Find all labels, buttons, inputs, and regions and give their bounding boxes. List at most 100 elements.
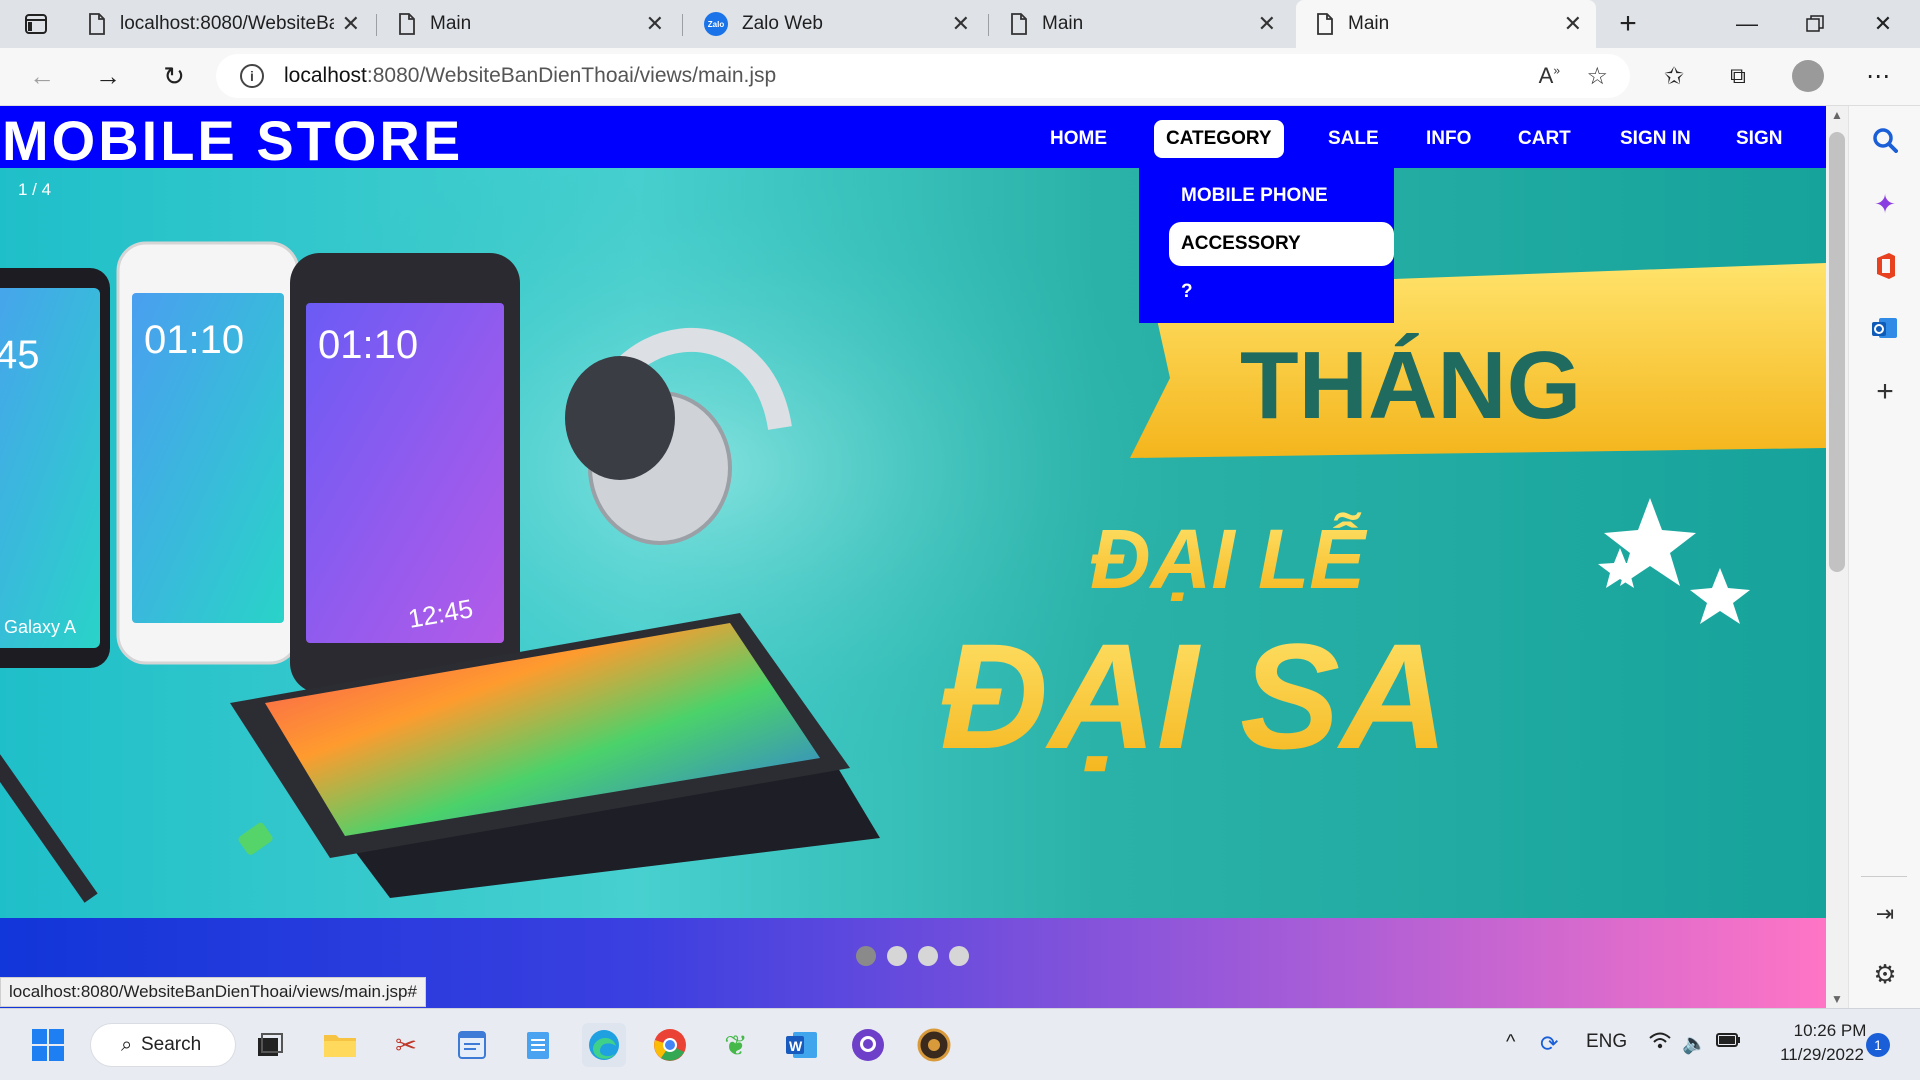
tab-divider (682, 14, 683, 36)
close-tab-icon[interactable]: ✕ (952, 11, 970, 37)
tab-label: Main (1348, 13, 1390, 34)
sync-icon[interactable]: ⟳ (1540, 1031, 1558, 1057)
nav-sale[interactable]: SALE (1316, 120, 1391, 158)
slide-dot[interactable] (887, 946, 907, 966)
browser-tab[interactable]: Main ✕ (990, 0, 1290, 48)
address-bar[interactable]: i localhost:8080/WebsiteBanDienThoai/vie… (216, 54, 1630, 98)
favorites-icon[interactable]: ✩ (1652, 54, 1696, 98)
page-icon (89, 13, 105, 35)
scrollbar-thumb[interactable] (1829, 132, 1845, 572)
star-shape (1690, 568, 1750, 624)
headline-thang: THÁNG (1240, 332, 1581, 439)
nav-info[interactable]: INFO (1414, 120, 1483, 158)
banner-artwork: THÁNG ĐẠI LỄ ĐẠI SA 45 Galaxy A 01:10 01… (0, 168, 1826, 903)
close-tab-icon[interactable]: ✕ (1564, 11, 1582, 37)
clock-time[interactable]: 10:26 PM (1782, 1021, 1878, 1041)
text-editor-app-icon[interactable] (450, 1023, 494, 1067)
restore-icon[interactable] (1790, 0, 1840, 48)
settings-more-icon[interactable]: ⋯ (1856, 54, 1900, 98)
refresh-icon[interactable]: ↻ (152, 54, 196, 98)
hero-banner-slide[interactable]: 1 / 4 THÁNG ĐẠI LỄ ĐẠI SA 45 Galaxy A 01… (0, 168, 1826, 918)
zalo-icon: Zalo (704, 12, 728, 36)
taskbar-search[interactable]: ⌕ Search (90, 1023, 236, 1067)
outlook-icon[interactable] (1867, 310, 1903, 346)
search-icon: ⌕ (121, 1033, 133, 1056)
nav-category[interactable]: CATEGORY (1154, 120, 1284, 158)
minimize-icon[interactable]: — (1722, 0, 1772, 48)
browser-tab-active[interactable]: Main ✕ (1296, 0, 1596, 48)
wifi-icon[interactable] (1648, 1031, 1672, 1057)
dropdown-item-accessory[interactable]: ACCESSORY (1169, 222, 1394, 266)
slide-dot[interactable] (856, 946, 876, 966)
phone-white-time: 01:10 (144, 318, 244, 362)
collections-icon[interactable]: ⧉ (1716, 54, 1760, 98)
profile-avatar[interactable] (1786, 54, 1830, 98)
chrome-icon[interactable] (648, 1023, 692, 1067)
nav-sign-up[interactable]: SIGN UP (1724, 120, 1826, 187)
copilot-sparkle-icon[interactable]: ✦ (1867, 186, 1903, 222)
url-host: localhost (284, 64, 367, 87)
headphone-cup-back (565, 356, 675, 480)
browser-tab[interactable]: localhost:8080/WebsiteBa ✕ (68, 0, 374, 48)
selfie-stick-tip (238, 822, 273, 855)
scroll-down-icon[interactable]: ▼ (1831, 992, 1843, 1006)
close-tab-icon[interactable]: ✕ (1258, 11, 1276, 37)
dropdown-item-other[interactable]: ? (1169, 270, 1205, 314)
tab-label: Main (1042, 13, 1084, 34)
new-tab-icon[interactable]: + (1606, 0, 1650, 48)
headline-dai-sale: ĐẠI SA (940, 612, 1448, 780)
close-tab-icon[interactable]: ✕ (342, 11, 360, 37)
nav-cart[interactable]: CART (1506, 120, 1583, 158)
slide-dot[interactable] (949, 946, 969, 966)
windows-start-icon[interactable] (26, 1023, 70, 1067)
tab-label: localhost:8080/WebsiteBa (120, 13, 334, 34)
dropdown-item-mobile-phone[interactable]: MOBILE PHONE (1169, 174, 1340, 218)
hide-sidebar-icon[interactable]: ⇥ (1867, 896, 1903, 932)
coccoc-icon[interactable]: ❦ (714, 1023, 758, 1067)
tab-label: Main (430, 13, 472, 34)
close-tab-icon[interactable]: ✕ (646, 11, 664, 37)
windows-taskbar: ⌕ Search ✂ ❦ W ^ ⟳ ENG 🔈 10:26 PM 11/29/… (0, 1008, 1920, 1080)
notepad-icon[interactable] (516, 1023, 560, 1067)
page-scrollbar[interactable]: ▲ ▼ (1826, 106, 1848, 1008)
game-app-icon[interactable] (912, 1023, 956, 1067)
forward-icon[interactable]: → (86, 54, 130, 98)
gear-icon[interactable]: ⚙ (1867, 956, 1903, 992)
tab-actions-icon[interactable] (18, 0, 54, 48)
browser-tab[interactable]: Zalo Zalo Web ✕ (684, 0, 984, 48)
close-window-icon[interactable]: ✕ (1858, 0, 1908, 48)
browser-tab[interactable]: Main ✕ (378, 0, 678, 48)
phone-brand-label: Galaxy A (4, 617, 76, 637)
slide-dot[interactable] (918, 946, 938, 966)
site-info-icon[interactable]: i (240, 64, 264, 88)
task-view-icon[interactable] (248, 1023, 292, 1067)
category-dropdown: MOBILE PHONE ACCESSORY ? (1139, 168, 1394, 323)
url-path: :8080/WebsiteBanDienThoai/views/main.jsp (366, 64, 777, 87)
tray-overflow-icon[interactable]: ^ (1506, 1031, 1515, 1054)
edge-sidebar: ✦ + ⇥ ⚙ (1848, 106, 1920, 1008)
nav-sign-in[interactable]: SIGN IN (1608, 120, 1703, 158)
edge-browser-icon[interactable] (582, 1023, 626, 1067)
taskbar-search-label: Search (141, 1034, 202, 1055)
nav-home[interactable]: HOME (1038, 120, 1119, 158)
add-sidebar-app-icon[interactable]: + (1867, 374, 1903, 410)
language-indicator[interactable]: ENG (1586, 1031, 1627, 1053)
volume-icon[interactable]: 🔈 (1682, 1031, 1707, 1056)
add-favorite-icon[interactable]: ☆ (1586, 62, 1608, 91)
battery-icon[interactable] (1716, 1031, 1742, 1055)
word-icon[interactable]: W (780, 1023, 824, 1067)
site-navbar: MOBILE STORE HOME CATEGORY SALE INFO CAR… (0, 106, 1826, 187)
phone-black-time: 01:10 (318, 323, 418, 367)
read-aloud-icon[interactable]: A» (1539, 63, 1560, 89)
github-icon[interactable] (846, 1023, 890, 1067)
headline-dai-le: ĐẠI LỄ (1090, 512, 1368, 606)
office-icon[interactable] (1867, 248, 1903, 284)
search-icon[interactable] (1867, 122, 1903, 158)
clock-date[interactable]: 11/29/2022 (1766, 1045, 1878, 1065)
snipping-tool-icon[interactable]: ✂ (384, 1023, 428, 1067)
back-icon[interactable]: ← (20, 54, 64, 98)
scroll-up-icon[interactable]: ▲ (1831, 108, 1843, 122)
notification-badge[interactable]: 1 (1866, 1033, 1890, 1057)
site-logo[interactable]: MOBILE STORE (2, 108, 463, 173)
file-explorer-icon[interactable] (318, 1023, 362, 1067)
